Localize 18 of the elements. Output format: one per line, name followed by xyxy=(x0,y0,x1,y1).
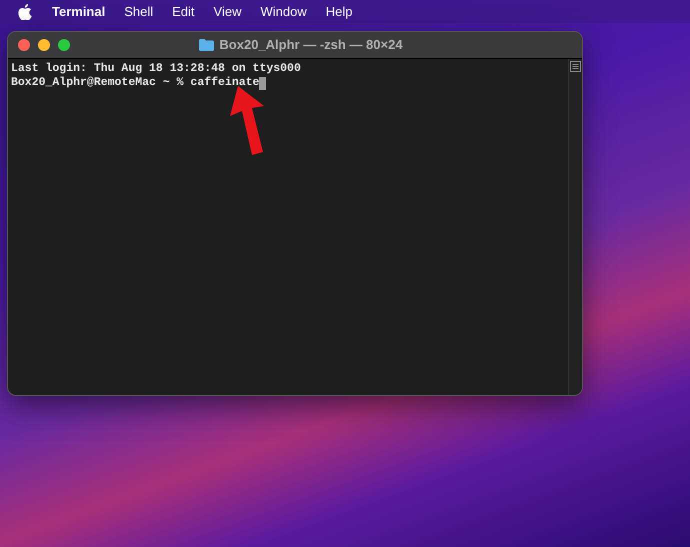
menu-icon[interactable] xyxy=(570,61,581,72)
apple-logo-icon[interactable] xyxy=(18,4,32,20)
terminal-line: Last login: Thu Aug 18 13:28:48 on ttys000 xyxy=(11,62,301,76)
window-title: Box20_Alphr — -zsh — 80×24 xyxy=(219,36,403,54)
folder-icon xyxy=(199,39,214,51)
arrow-annotation-icon xyxy=(228,86,266,156)
menu-item[interactable]: Shell xyxy=(124,2,154,22)
menu-item[interactable]: Edit xyxy=(172,2,195,22)
zoom-button[interactable] xyxy=(58,39,70,51)
menu-app-name[interactable]: Terminal xyxy=(52,2,106,22)
minimize-button[interactable] xyxy=(38,39,50,51)
cursor-icon xyxy=(259,76,266,90)
menu-item[interactable]: Window xyxy=(260,2,307,22)
menu-item[interactable]: Help xyxy=(326,2,352,22)
terminal-line: Box20_Alphr@RemoteMac ~ % caffeinate xyxy=(11,76,260,90)
menu-item[interactable]: View xyxy=(214,2,242,22)
close-button[interactable] xyxy=(18,39,30,51)
terminal-output[interactable]: Last login: Thu Aug 18 13:28:48 on ttys000 Box20_Alphr@RemoteMac ~ % caffeinate xyxy=(8,59,568,395)
